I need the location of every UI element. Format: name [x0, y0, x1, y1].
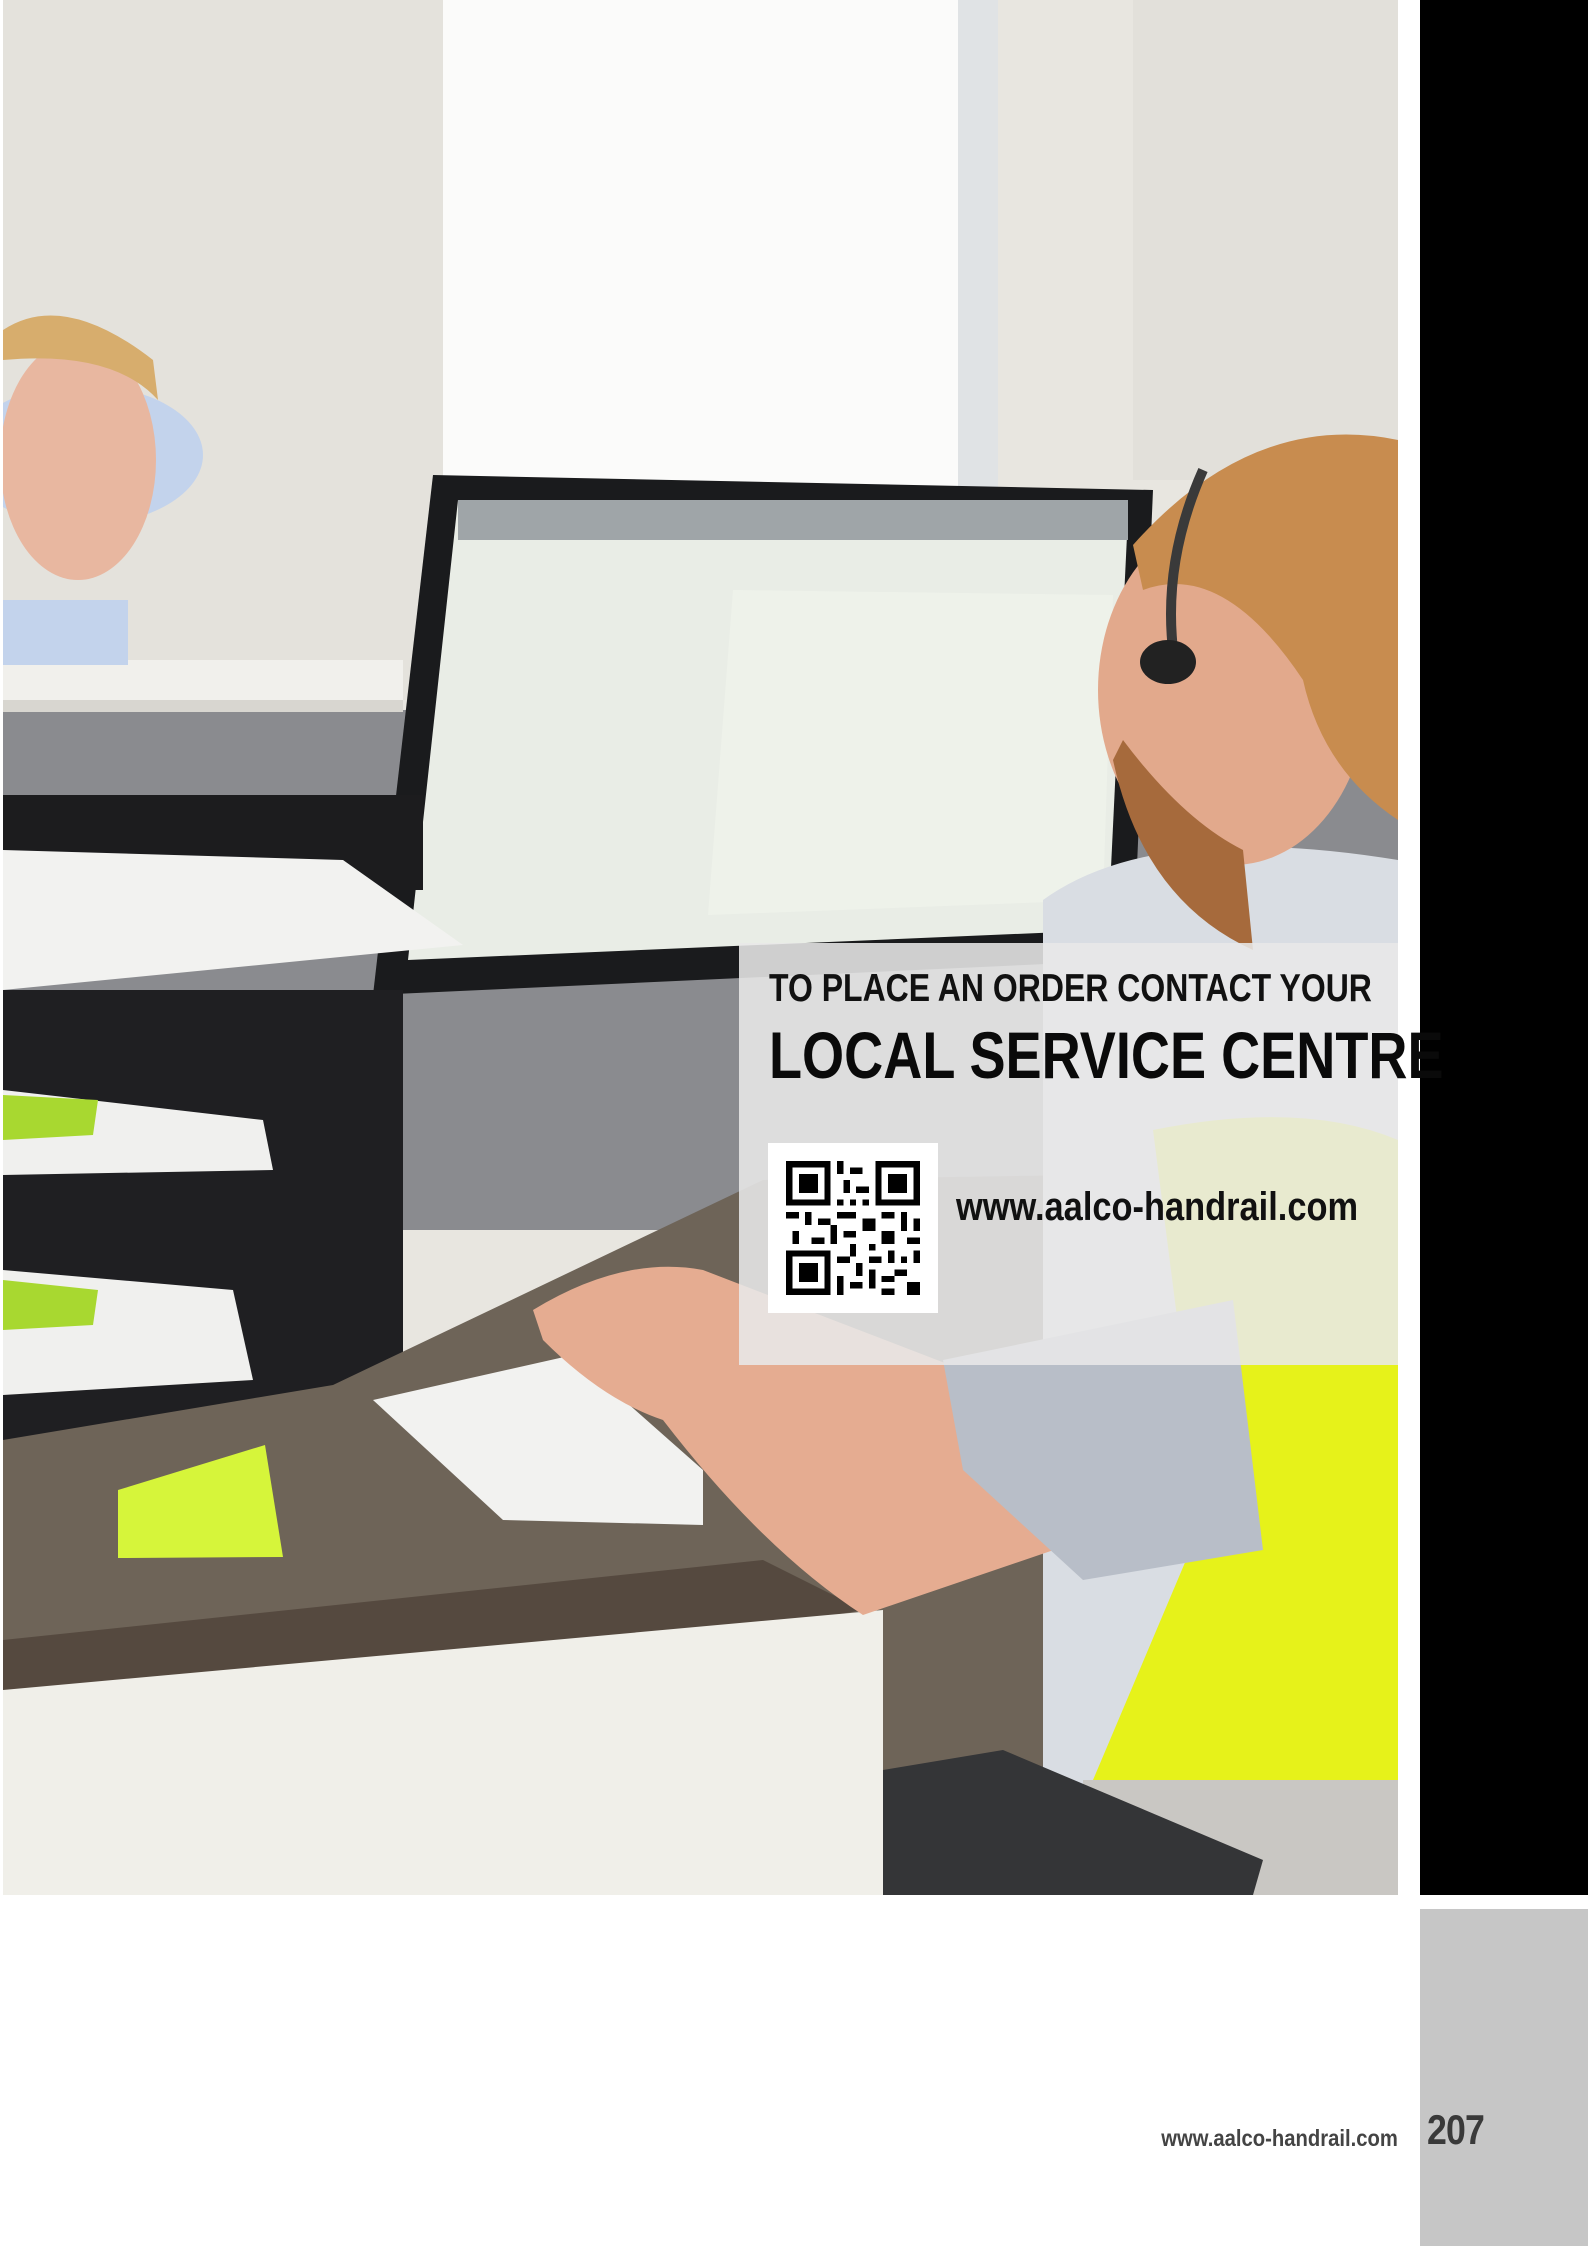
contact-panel: TO PLACE AN ORDER CONTACT YOUR LOCAL SER… [739, 943, 1444, 1365]
qr-code-icon[interactable] [768, 1143, 938, 1313]
contact-heading-large: LOCAL SERVICE CENTRE [769, 1018, 1444, 1092]
side-strip [1420, 0, 1588, 1895]
contact-heading-small: TO PLACE AN ORDER CONTACT YOUR [769, 967, 1372, 1010]
page-number: 207 [1427, 2106, 1485, 2153]
footer-website: www.aalco-handrail.com [1161, 2125, 1398, 2151]
page-tab [1420, 1909, 1588, 2246]
contact-website-link[interactable]: www.aalco-handrail.com [956, 1185, 1358, 1230]
